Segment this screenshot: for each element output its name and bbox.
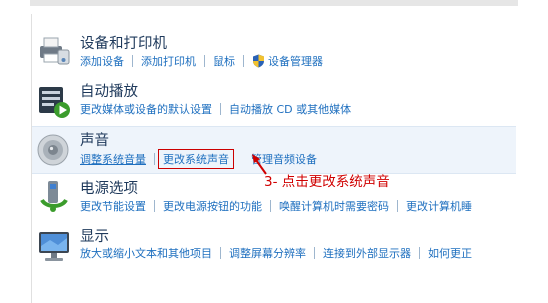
- link-separator: [204, 55, 205, 67]
- device-manager-link[interactable]: 设备管理器: [268, 53, 323, 69]
- link-separator: [419, 247, 420, 259]
- link-separator: [220, 103, 221, 115]
- link-separator: [314, 247, 315, 259]
- window-top-bar: [30, 0, 518, 6]
- change-media-defaults-link[interactable]: 更改媒体或设备的默认设置: [80, 101, 212, 117]
- link-separator: [154, 200, 155, 212]
- how-to-correct-link[interactable]: 如何更正: [428, 245, 472, 261]
- change-system-sounds-link[interactable]: 更改系统声音: [158, 149, 234, 169]
- link-separator: [220, 247, 221, 259]
- link-separator: [397, 200, 398, 212]
- autoplay-icon: [39, 87, 70, 118]
- adjust-resolution-link[interactable]: 调整屏幕分辨率: [229, 245, 306, 261]
- connect-external-display-link[interactable]: 连接到外部显示器: [323, 245, 411, 261]
- add-printer-link[interactable]: 添加打印机: [141, 53, 196, 69]
- change-sleep-link[interactable]: 更改计算机睡: [406, 198, 472, 214]
- category-devices-and-printers: 设备和打印机 添加设备 添加打印机 鼠标 设备管理器: [32, 28, 516, 74]
- link-separator: [154, 153, 155, 165]
- printer-icon: [40, 37, 70, 65]
- adjust-system-volume-link[interactable]: 调整系统音量: [80, 151, 146, 167]
- speaker-icon: [37, 134, 69, 166]
- category-power-options: 电源选项 更改节能设置 更改电源按钮的功能 唤醒计算机时需要密码 更改计算机睡: [32, 174, 516, 220]
- link-separator: [243, 55, 244, 67]
- power-options-icon: [40, 181, 68, 212]
- add-device-link[interactable]: 添加设备: [80, 53, 124, 69]
- change-power-saving-link[interactable]: 更改节能设置: [80, 198, 146, 214]
- change-power-buttons-link[interactable]: 更改电源按钮的功能: [163, 198, 262, 214]
- category-display: 显示 放大或缩小文本和其他项目 调整屏幕分辨率 连接到外部显示器 如何更正: [32, 223, 516, 269]
- link-separator: [132, 55, 133, 67]
- resize-text-link[interactable]: 放大或缩小文本和其他项目: [80, 245, 212, 261]
- power-options-title[interactable]: 电源选项: [80, 177, 138, 198]
- link-separator: [242, 153, 243, 165]
- require-password-on-wake-link[interactable]: 唤醒计算机时需要密码: [279, 198, 389, 214]
- sound-title[interactable]: 声音: [80, 129, 109, 150]
- display-icon: [39, 232, 69, 261]
- category-autoplay: 自动播放 更改媒体或设备的默认设置 自动播放 CD 或其他媒体: [32, 77, 516, 123]
- uac-shield-icon: [253, 54, 264, 68]
- link-separator: [270, 200, 271, 212]
- autoplay-cd-link[interactable]: 自动播放 CD 或其他媒体: [229, 101, 351, 117]
- devices-and-printers-title[interactable]: 设备和打印机: [80, 32, 167, 53]
- autoplay-title[interactable]: 自动播放: [80, 80, 138, 101]
- display-title[interactable]: 显示: [80, 225, 109, 246]
- mouse-link[interactable]: 鼠标: [213, 53, 235, 69]
